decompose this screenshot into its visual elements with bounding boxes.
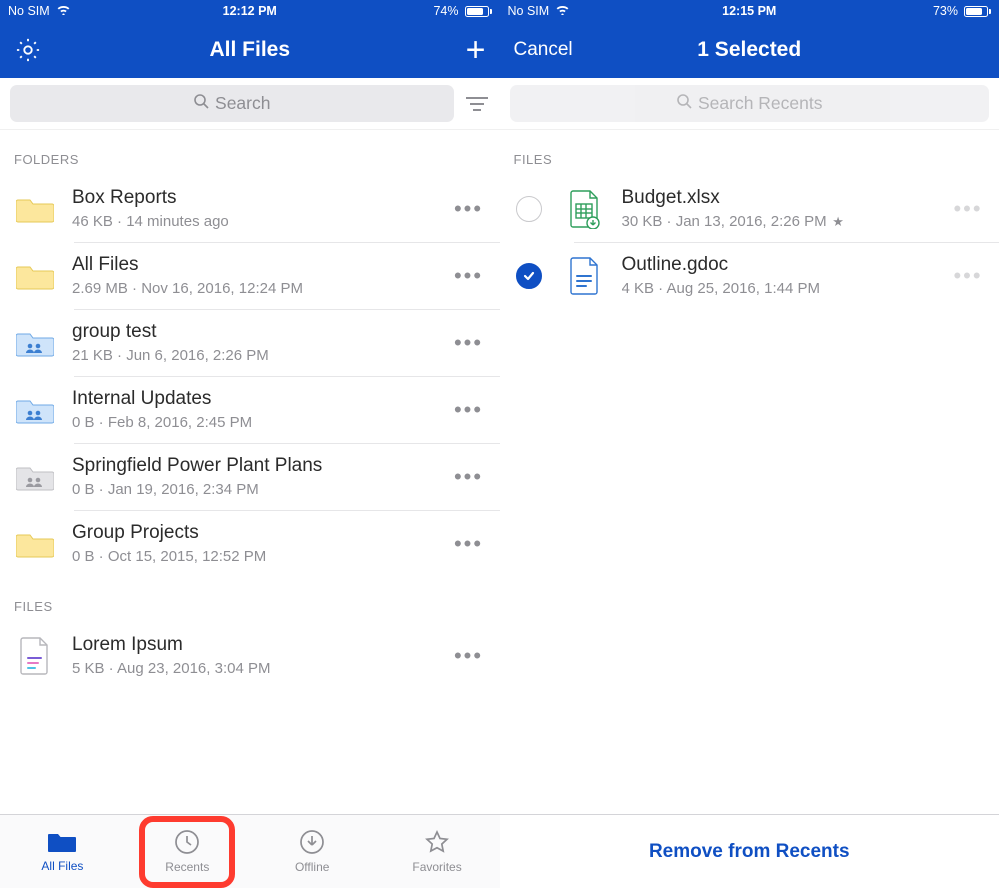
star-icon [424,829,450,855]
download-icon [299,829,325,855]
item-meta: 0 B · Jan 19, 2016, 2:34 PM [72,481,452,498]
item-name: Springfield Power Plant Plans [72,455,452,477]
item-meta: 4 KB · Aug 25, 2016, 1:44 PM [622,280,952,297]
list-item[interactable]: Budget.xlsx 30 KB · Jan 13, 2016, 2:26 P… [500,175,999,242]
tab-label: Recents [165,860,209,874]
item-meta: 21 KB · Jun 6, 2016, 2:26 PM [72,347,452,364]
wifi-icon [56,4,71,18]
more-icon: ••• [951,263,985,289]
settings-icon[interactable] [14,36,42,64]
tab-favorites[interactable]: Favorites [375,829,500,874]
battery-icon [962,6,991,17]
search-icon [676,93,692,114]
folder-icon [47,830,77,854]
item-meta: 0 B · Feb 8, 2016, 2:45 PM [72,414,452,431]
favorite-star-icon: ★ [829,214,844,229]
remove-from-recents-button[interactable]: Remove from Recents [649,841,850,863]
pane-all-files: No SIM 12:12 PM 74% [0,0,500,888]
search-input: Search Recents [510,85,990,122]
tab-label: Offline [295,860,329,874]
list-item[interactable]: group test 21 KB · Jun 6, 2016, 2:26 PM … [0,309,500,376]
more-icon[interactable]: ••• [452,263,486,289]
tab-recents[interactable]: Recents [125,829,250,874]
file-list[interactable]: FILES Budget.xlsx 30 KB · Jan 13, 2016, … [500,130,999,814]
list-item[interactable]: Internal Updates 0 B · Feb 8, 2016, 2:45… [0,376,500,443]
pane-selection: No SIM 12:15 PM 73% Cancel 1 Selected [500,0,999,888]
item-meta: 30 KB · Jan 13, 2016, 2:26 PM ★ [622,213,952,230]
add-icon[interactable]: + [466,33,486,67]
clock-icon [174,829,200,855]
cancel-button[interactable]: Cancel [514,39,573,61]
tab-all-files[interactable]: All Files [0,830,125,873]
file-doc-icon [14,636,56,676]
list-item[interactable]: Outline.gdoc 4 KB · Aug 25, 2016, 1:44 P… [500,242,999,309]
nav-header: All Files + [0,22,500,78]
search-row: Search Recents [500,78,999,130]
file-gdoc-icon [564,256,606,296]
list-item[interactable]: Box Reports 46 KB · 14 minutes ago ••• [0,175,500,242]
search-input[interactable]: Search [10,85,454,122]
battery-percent: 73% [933,4,958,18]
folder-icon [14,529,56,559]
item-meta: 5 KB · Aug 23, 2016, 3:04 PM [72,660,452,677]
search-placeholder: Search Recents [698,93,823,114]
list-item[interactable]: Lorem Ipsum 5 KB · Aug 23, 2016, 3:04 PM… [0,622,500,689]
carrier-text: No SIM [508,4,550,18]
folder-icon [14,194,56,224]
more-icon: ••• [951,196,985,222]
section-files: FILES [0,577,500,622]
item-meta: 0 B · Oct 15, 2015, 12:52 PM [72,548,452,565]
more-icon[interactable]: ••• [452,643,486,669]
item-meta: 46 KB · 14 minutes ago [72,213,452,230]
file-list[interactable]: FOLDERS Box Reports 46 KB · 14 minutes a… [0,130,500,814]
tab-offline[interactable]: Offline [250,829,375,874]
more-icon[interactable]: ••• [452,531,486,557]
bottom-toolbar: Remove from Recents [500,814,999,888]
item-name: Box Reports [72,187,452,209]
item-name: group test [72,321,452,343]
list-item[interactable]: All Files 2.69 MB · Nov 16, 2016, 12:24 … [0,242,500,309]
clock: 12:12 PM [169,4,330,18]
select-checkbox[interactable] [516,196,542,222]
more-icon[interactable]: ••• [452,464,486,490]
item-name: Budget.xlsx [622,187,952,209]
tab-label: All Files [41,859,83,873]
section-folders: FOLDERS [0,130,500,175]
shared-folder-icon [14,328,56,358]
more-icon[interactable]: ••• [452,330,486,356]
page-title: 1 Selected [594,38,906,62]
wifi-icon [555,4,570,18]
item-name: Internal Updates [72,388,452,410]
file-xlsx-icon [564,189,606,229]
sort-icon[interactable] [464,97,490,111]
item-name: All Files [72,254,452,276]
item-name: Outline.gdoc [622,254,952,276]
clock: 12:15 PM [669,4,830,18]
item-meta: 2.69 MB · Nov 16, 2016, 12:24 PM [72,280,452,297]
item-name: Lorem Ipsum [72,634,452,656]
search-row: Search [0,78,500,130]
select-checkbox[interactable] [516,263,542,289]
status-bar: No SIM 12:15 PM 73% [500,0,999,22]
status-bar: No SIM 12:12 PM 74% [0,0,500,22]
search-placeholder: Search [215,93,270,114]
folder-icon [14,261,56,291]
shared-folder-icon [14,395,56,425]
page-title: All Files [94,38,406,62]
tab-label: Favorites [412,860,461,874]
search-icon [193,93,209,114]
item-name: Group Projects [72,522,452,544]
list-item[interactable]: Springfield Power Plant Plans 0 B · Jan … [0,443,500,510]
section-files: FILES [500,130,999,175]
list-item[interactable]: Group Projects 0 B · Oct 15, 2015, 12:52… [0,510,500,577]
tab-bar: All Files Recents Offline Favorites [0,814,500,888]
carrier-text: No SIM [8,4,50,18]
more-icon[interactable]: ••• [452,196,486,222]
battery-percent: 74% [433,4,458,18]
more-icon[interactable]: ••• [452,397,486,423]
nav-header: Cancel 1 Selected [500,22,999,78]
shared-folder-gray-icon [14,462,56,492]
battery-icon [463,6,492,17]
